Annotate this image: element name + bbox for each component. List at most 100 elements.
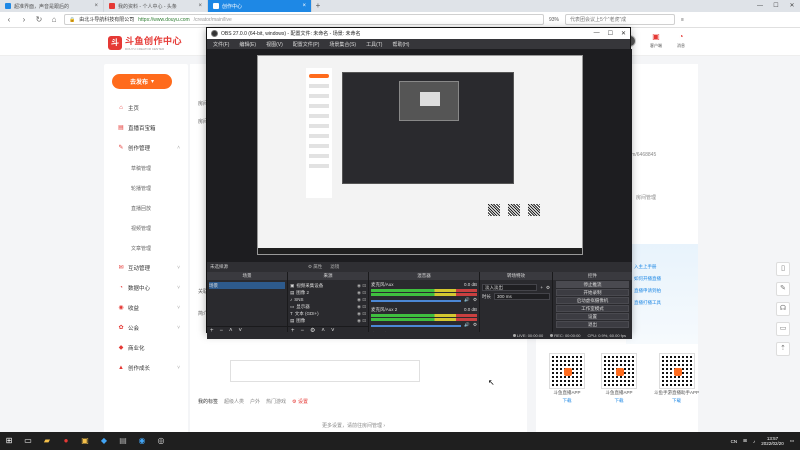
source-item[interactable]: ▣ 视频采集设备 ◉ ⊡ — [290, 282, 366, 289]
messages-link[interactable]: ◔ 消息 — [676, 32, 686, 49]
obs-taskbar-icon[interactable]: ◎ — [156, 436, 166, 446]
maximize-button[interactable]: ☐ — [768, 0, 784, 12]
network-icon[interactable]: ⊞ — [743, 438, 747, 444]
obs-menu-scene-collection[interactable]: 场景集合(S) — [329, 41, 356, 48]
close-tab-icon[interactable]: × — [302, 3, 306, 9]
sidebar-item-revenue[interactable]: ◉ 收益 ˅ — [104, 298, 188, 318]
minimize-button[interactable]: — — [752, 0, 768, 12]
properties-button[interactable]: ⚙ 属性 — [308, 264, 322, 270]
obs-menu-edit[interactable]: 编辑(E) — [239, 41, 256, 48]
sidebar-sub-replay[interactable]: 直播回放 — [104, 198, 188, 218]
obs-maximize-button[interactable]: ☐ — [608, 30, 613, 37]
close-tab-icon[interactable]: × — [94, 3, 98, 9]
obs-menu-view[interactable]: 视图(V) — [266, 41, 283, 48]
sidebar-item-data[interactable]: ◔ 数据中心 ˅ — [104, 278, 188, 298]
obs-minimize-button[interactable]: — — [594, 30, 600, 37]
sidebar-item-interaction[interactable]: ✉ 互动管理 ˅ — [104, 258, 188, 278]
eye-icon[interactable]: ◉ ⊡ — [357, 283, 366, 289]
sidebar-sub-carousel[interactable]: 轮播管理 — [104, 178, 188, 198]
obs-menu-tools[interactable]: 工具(T) — [366, 41, 382, 48]
source-item[interactable]: ▭ 显示器 ◉ ⊡ — [290, 303, 366, 310]
home-icon[interactable]: ⌂ — [49, 15, 59, 24]
eye-icon[interactable]: ◉ ⊡ — [357, 290, 366, 296]
app-taskbar-icon-4[interactable]: ◉ — [137, 436, 147, 446]
qr-download-link[interactable]: 下载 — [563, 398, 572, 404]
feedback-icon[interactable]: ✎ — [776, 282, 790, 296]
scroll-top-icon[interactable]: ⇡ — [776, 342, 790, 356]
source-item[interactable]: T 文本 (GDI+) ◉ ⊡ — [290, 310, 366, 317]
intro-textarea[interactable] — [230, 360, 420, 382]
address-bar[interactable]: 🔒 由北斗导航科技有限公司 https://www.douyu.com /cre… — [64, 14, 544, 25]
volume-slider[interactable] — [371, 325, 462, 327]
sidebar-item-business[interactable]: ◆ 商业化 — [104, 338, 188, 358]
taskbar-clock[interactable]: 13:57 2022/02/20 — [761, 436, 784, 446]
browser-tab-2[interactable]: 我的资料 - 个人中心 - 头条 × — [104, 0, 208, 12]
gear-icon[interactable]: ⚙ — [473, 322, 477, 328]
headset-icon[interactable]: ☊ — [776, 302, 790, 316]
qr-download-link[interactable]: 下载 — [672, 398, 681, 404]
filters-button[interactable]: 滤镜 — [330, 264, 339, 270]
studio-mode-button[interactable]: 工作室模式 — [556, 305, 629, 312]
app-taskbar-icon-3[interactable]: ▤ — [118, 436, 128, 446]
browser-search-input[interactable]: 代表团会议上5个“老虎”成 — [565, 14, 676, 25]
help-banner[interactable]: 入主上手册 如何开播直播 直播申请到拍 直播打播工具 — [626, 244, 698, 344]
transition-select[interactable]: 淡入淡出 — [482, 284, 538, 291]
chat-icon[interactable]: ▭ — [776, 322, 790, 336]
eye-icon[interactable]: ◉ ⊡ — [357, 311, 366, 317]
eye-icon[interactable]: ◉ ⊡ — [357, 297, 366, 303]
qr-download-link[interactable]: 下载 — [615, 398, 624, 404]
zoom-level[interactable]: 93% — [549, 17, 559, 23]
gear-icon[interactable]: ⚙ — [473, 297, 477, 303]
stop-streaming-button[interactable]: 停止推流 — [556, 281, 629, 288]
browser-tab-3[interactable]: 创作中心 × — [208, 0, 312, 12]
app-taskbar-icon-2[interactable]: ◆ — [99, 436, 109, 446]
sidebar-item-home[interactable]: ⌂ 主页 — [104, 98, 188, 118]
new-tab-button[interactable]: + — [312, 0, 324, 12]
volume-icon[interactable]: ♪ — [753, 439, 755, 444]
source-item[interactable]: ♪ SNS ◉ ⊡ — [290, 296, 366, 303]
sidebar-item-creation[interactable]: ✎ 创作管理 ˄ — [104, 138, 188, 158]
duration-input[interactable]: 300 ms — [494, 293, 550, 300]
sidebar-sub-drafts[interactable]: 草稿管理 — [104, 158, 188, 178]
forward-arrow-icon[interactable]: › — [19, 15, 29, 24]
eye-icon[interactable]: ◉ ⊡ — [357, 318, 366, 324]
menu-icon[interactable]: ≡ — [681, 17, 684, 23]
obs-menu-help[interactable]: 帮助(H) — [392, 41, 409, 48]
obs-titlebar[interactable]: OBS 27.0.0 (64-bit, windows) - 配置文件: 未命名… — [207, 28, 630, 39]
notification-icon[interactable]: ▭ — [790, 438, 794, 444]
source-item[interactable]: ▤ 图像 ◉ ⊡ — [290, 317, 366, 324]
room-manage-link[interactable]: 房间管理 — [636, 194, 656, 201]
obs-menu-profile[interactable]: 配置文件(P) — [293, 41, 320, 48]
speaker-icon[interactable]: 🔊 — [464, 297, 470, 303]
more-settings-link[interactable]: 更多设置，请前往房间管理 › — [322, 422, 385, 429]
file-explorer-icon[interactable]: ▰ — [42, 436, 52, 446]
sidebar-item-growth[interactable]: ▲ 创作成长 ˅ — [104, 358, 188, 378]
tray-lang[interactable]: CN — [731, 439, 738, 444]
settings-button[interactable]: 设置 — [556, 313, 629, 320]
obs-preview[interactable] — [207, 49, 632, 262]
plus-icon[interactable]: + — [540, 285, 543, 290]
exit-button[interactable]: 退出 — [556, 321, 629, 328]
tag-item[interactable]: 超级人类 — [224, 398, 244, 405]
back-arrow-icon[interactable]: ‹ — [4, 15, 14, 24]
speaker-icon[interactable]: 🔊 — [464, 322, 470, 328]
volume-slider[interactable] — [371, 300, 462, 302]
sidebar-sub-articles[interactable]: 文章管理 — [104, 238, 188, 258]
virtual-camera-button[interactable]: 启动虚拟摄像机 — [556, 297, 629, 304]
browser-tab-1[interactable]: 超准界面，声音是跟后的 × — [0, 0, 104, 12]
tag-settings-link[interactable]: ⚙ 设置 — [292, 398, 308, 405]
app-taskbar-icon[interactable]: ▣ — [80, 436, 90, 446]
tag-item[interactable]: 户外 — [250, 398, 260, 405]
obs-close-button[interactable]: ✕ — [621, 30, 626, 37]
eye-icon[interactable]: ◉ ⊡ — [357, 304, 366, 310]
sidebar-sub-videos[interactable]: 视频管理 — [104, 218, 188, 238]
windows-start-icon[interactable]: ⊞ — [4, 436, 14, 446]
browser-taskbar-icon[interactable]: ● — [61, 436, 71, 446]
obs-menu-file[interactable]: 文件(F) — [213, 41, 229, 48]
tag-item[interactable]: 热门游戏 — [266, 398, 286, 405]
sidebar-item-guild[interactable]: ✿ 公会 ˅ — [104, 318, 188, 338]
mobile-icon[interactable]: ▯ — [776, 262, 790, 276]
close-window-button[interactable]: ✕ — [784, 0, 800, 12]
source-item[interactable]: ▤ 图像 2 ◉ ⊡ — [290, 289, 366, 296]
client-download-link[interactable]: ▣ 客户端 — [650, 32, 662, 49]
